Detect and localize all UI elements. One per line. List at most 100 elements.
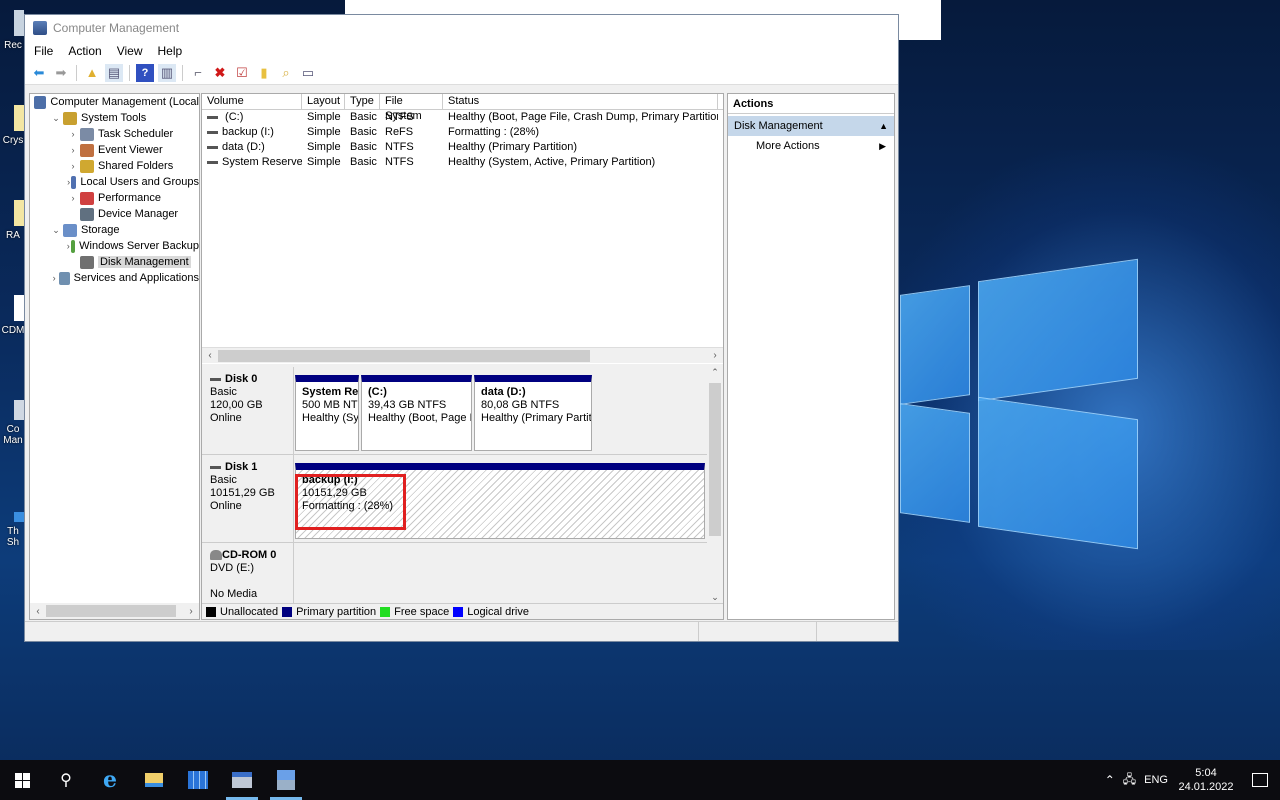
- network-warning-icon[interactable]: 🖧: [1123, 770, 1136, 791]
- menu-action[interactable]: Action: [68, 44, 101, 58]
- desktop-icon-recycle-bin[interactable]: Rec: [0, 10, 26, 51]
- scroll-left-icon[interactable]: ‹: [202, 350, 218, 361]
- disk-row[interactable]: CD-ROM 0 DVD (E:) No Media: [202, 543, 707, 603]
- view-list-icon[interactable]: ▭: [299, 64, 317, 82]
- start-button[interactable]: [0, 760, 44, 800]
- show-action-pane-icon[interactable]: ▥: [158, 63, 176, 82]
- cell-volume: data (D:): [202, 140, 302, 155]
- computer-management-window: Computer Management File Action View Hel…: [24, 14, 899, 642]
- scroll-thumb[interactable]: [46, 605, 176, 617]
- tree-item[interactable]: › Local Users and Groups: [30, 174, 199, 190]
- clock[interactable]: 5:04 24.01.2022: [1176, 766, 1236, 794]
- show-hidden-icons-icon[interactable]: ⌃: [1105, 773, 1115, 787]
- collapse-icon[interactable]: ▲: [879, 121, 888, 131]
- title-bar[interactable]: Computer Management: [25, 15, 898, 41]
- tree-item[interactable]: Disk Management: [30, 254, 199, 270]
- tree-horizontal-scrollbar[interactable]: ‹ ›: [30, 603, 199, 619]
- disk-row[interactable]: Disk 1 Basic 10151,29 GB Online backup (…: [202, 455, 707, 543]
- tree-item[interactable]: ⌄ System Tools: [30, 110, 199, 126]
- up-folder-icon[interactable]: ▲: [83, 64, 101, 82]
- volume-row[interactable]: (C:) Simple Basic NTFS Healthy (Boot, Page F…: [202, 110, 723, 125]
- tree-item[interactable]: › Event Viewer: [30, 142, 199, 158]
- folder-up-icon[interactable]: ▮: [255, 64, 273, 82]
- partition-c[interactable]: (C:) 39,43 GB NTFS Healthy (Boot, Page I: [361, 375, 472, 451]
- taskbar-file-explorer[interactable]: [132, 760, 176, 800]
- actions-pane: Actions Disk Management ▲ More Actions ▶: [727, 93, 895, 620]
- scroll-right-icon[interactable]: ›: [707, 350, 723, 361]
- forward-icon[interactable]: ➡: [52, 64, 70, 82]
- partition-system-reserved[interactable]: System Re 500 MB NT Healthy (Sy: [295, 375, 359, 451]
- tree-item[interactable]: Device Manager: [30, 206, 199, 222]
- cell-status: Healthy (Boot, Page File, Crash Dump, Pr…: [448, 111, 718, 123]
- chevron-down-icon[interactable]: ⌄: [49, 113, 63, 124]
- chevron-right-icon[interactable]: ›: [66, 129, 80, 139]
- partition-d[interactable]: data (D:) 80,08 GB NTFS Healthy (Primary P…: [474, 375, 592, 451]
- status-cell: [699, 622, 817, 641]
- cell-volume: backup (I:): [202, 125, 302, 140]
- scroll-left-icon[interactable]: ‹: [30, 606, 46, 617]
- action-more-actions[interactable]: More Actions ▶: [728, 136, 894, 156]
- menu-help[interactable]: Help: [158, 44, 183, 58]
- tree-item[interactable]: ⌄ Storage: [30, 222, 199, 238]
- disk-label: Disk 1 Basic 10151,29 GB Online: [202, 455, 294, 542]
- chevron-right-icon[interactable]: ›: [66, 145, 80, 155]
- taskbar-computer-management[interactable]: [264, 760, 308, 800]
- scroll-right-icon[interactable]: ›: [183, 606, 199, 617]
- tree-node-icon: [63, 111, 77, 125]
- column-file-system[interactable]: File System: [380, 94, 443, 122]
- notifications-icon[interactable]: [1252, 773, 1268, 787]
- disk-map-vertical-scrollbar[interactable]: ⌃ ⌄: [707, 367, 723, 603]
- cell-status: Healthy (Primary Partition): [448, 141, 577, 153]
- connect-icon[interactable]: ⌐: [189, 64, 207, 82]
- windows-wallpaper-logo: [900, 250, 1140, 550]
- tree-item[interactable]: › Task Scheduler: [30, 126, 199, 142]
- delete-icon[interactable]: ✖: [211, 64, 229, 82]
- volume-row[interactable]: backup (I:) Simple Basic ReFS Formatting : (…: [202, 125, 723, 140]
- cell-type: Basic: [350, 156, 377, 168]
- scroll-thumb[interactable]: [709, 383, 721, 536]
- desktop-icon-this-shortcut[interactable]: Th Sh: [0, 512, 26, 548]
- tree-item[interactable]: › Performance: [30, 190, 199, 206]
- language-indicator[interactable]: ENG: [1144, 774, 1168, 786]
- taskbar-internet-explorer[interactable]: e: [88, 760, 132, 800]
- properties-icon[interactable]: ☑: [233, 64, 251, 82]
- actions-section-disk-management[interactable]: Disk Management ▲: [728, 116, 894, 136]
- chevron-right-icon[interactable]: ›: [49, 273, 59, 283]
- show-hide-tree-icon[interactable]: ▤: [105, 63, 123, 82]
- window-title: Computer Management: [53, 21, 180, 35]
- volume-row[interactable]: data (D:) Simple Basic NTFS Healthy (Primary…: [202, 140, 723, 155]
- tree-item-label: Services and Applications: [73, 272, 199, 284]
- volume-list-horizontal-scrollbar[interactable]: ‹ ›: [202, 347, 723, 363]
- chevron-down-icon[interactable]: ⌄: [49, 225, 63, 236]
- back-icon[interactable]: ⬅: [30, 64, 48, 82]
- menu-view[interactable]: View: [117, 44, 143, 58]
- status-cell: [25, 622, 699, 641]
- desktop-icon-crys[interactable]: Crys: [0, 105, 26, 146]
- desktop-icon-ra[interactable]: RA: [0, 200, 26, 241]
- volume-row[interactable]: System Reserved Simple Basic NTFS Healthy (S…: [202, 155, 723, 170]
- column-type[interactable]: Type: [345, 94, 380, 109]
- tree-item[interactable]: › Services and Applications: [30, 270, 199, 286]
- search-button[interactable]: ⚲: [44, 760, 88, 800]
- chevron-right-icon[interactable]: ›: [66, 161, 80, 171]
- chevron-right-icon[interactable]: ›: [66, 193, 80, 203]
- tree-item[interactable]: › Windows Server Backup: [30, 238, 199, 254]
- tree-item-label: Task Scheduler: [98, 128, 174, 140]
- tree-item[interactable]: Computer Management (Local: [30, 94, 199, 110]
- help-icon[interactable]: ?: [136, 63, 154, 82]
- search-folder-icon[interactable]: ⌕: [277, 64, 295, 82]
- chevron-right-icon[interactable]: ›: [66, 241, 71, 251]
- column-volume[interactable]: Volume: [202, 94, 302, 109]
- desktop-icon-cdm[interactable]: CDM: [0, 295, 26, 336]
- column-layout[interactable]: Layout: [302, 94, 345, 109]
- desktop-icon-computer-management[interactable]: Co Man: [0, 400, 26, 446]
- taskbar-disk-app[interactable]: [220, 760, 264, 800]
- column-status[interactable]: Status: [443, 94, 718, 109]
- disk-row[interactable]: Disk 0 Basic 120,00 GB Online System Re 5…: [202, 367, 707, 455]
- scroll-thumb[interactable]: [218, 349, 590, 362]
- scroll-down-icon[interactable]: ⌄: [707, 592, 723, 603]
- menu-file[interactable]: File: [34, 44, 53, 58]
- tree-item[interactable]: › Shared Folders: [30, 158, 199, 174]
- scroll-up-icon[interactable]: ⌃: [707, 367, 723, 378]
- taskbar-server-manager[interactable]: [176, 760, 220, 800]
